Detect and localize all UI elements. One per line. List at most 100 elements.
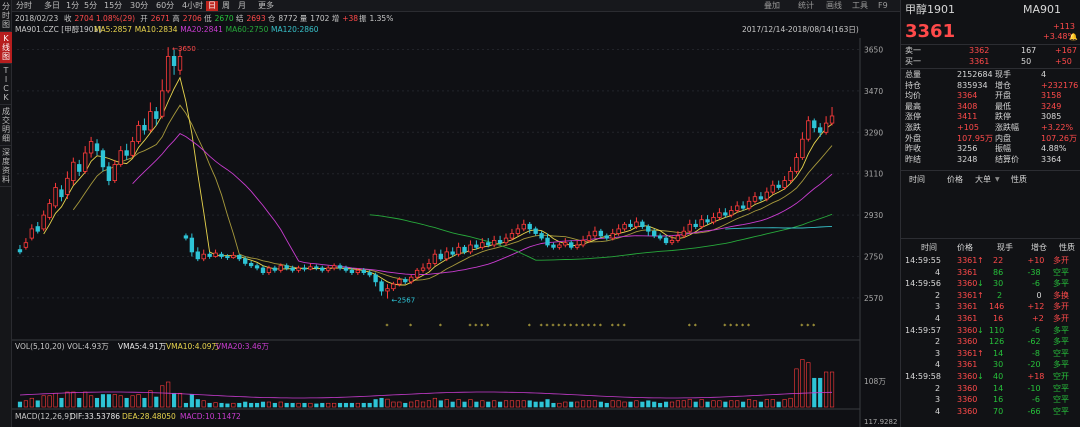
vol-bar bbox=[539, 401, 544, 408]
stat-label-2b: 开盘 bbox=[995, 91, 1011, 101]
signal-star: * bbox=[546, 323, 549, 330]
candle-body bbox=[47, 203, 52, 218]
vol-bar bbox=[112, 394, 117, 408]
period-tab-5[interactable]: 30分 bbox=[128, 1, 150, 11]
sidebar-tab-4[interactable]: 深度资料 bbox=[0, 146, 12, 187]
signal-star: * bbox=[593, 323, 596, 330]
vol-bar bbox=[468, 399, 473, 408]
candle-body bbox=[610, 233, 615, 239]
candle-body bbox=[450, 251, 455, 255]
vol-bar bbox=[397, 401, 402, 408]
vol-bar bbox=[53, 392, 58, 408]
signal-star: * bbox=[474, 323, 477, 330]
toolbar-action-4[interactable]: F9 bbox=[878, 1, 888, 11]
toolbar-action-1[interactable]: 统计 bbox=[798, 1, 814, 11]
vol-bar bbox=[23, 400, 28, 408]
sidebar-tab-3[interactable]: 成交明细 bbox=[0, 105, 12, 146]
candle-body bbox=[88, 141, 94, 154]
toolbar-action-2[interactable]: 画线 bbox=[826, 1, 842, 11]
info-text-1: 收 bbox=[64, 13, 72, 23]
candle-body bbox=[818, 127, 823, 133]
candle-body bbox=[373, 274, 378, 283]
info-text-9: 2670 bbox=[215, 14, 234, 23]
sep-2 bbox=[901, 68, 1080, 69]
macd-value: MACD:10.11472 bbox=[180, 412, 241, 421]
candle-body bbox=[586, 235, 592, 241]
candle-body bbox=[130, 141, 135, 156]
signal-star: * bbox=[806, 323, 809, 330]
vol-bar bbox=[503, 400, 509, 408]
toolbar-action-0[interactable]: 叠加 bbox=[764, 1, 780, 11]
vol-bar bbox=[142, 397, 147, 408]
vol-axis-bot: 117.9282 bbox=[864, 418, 897, 426]
tick-pos-6: -6 bbox=[1032, 325, 1040, 335]
signal-star: * bbox=[557, 323, 560, 330]
toolbar-action-3[interactable]: 工具 bbox=[852, 1, 868, 11]
candle-body bbox=[800, 138, 805, 158]
candle-body bbox=[189, 237, 195, 253]
period-tab-1[interactable]: 多日 bbox=[42, 1, 62, 11]
tick-vol-12: 16 bbox=[993, 395, 1004, 405]
stat-label-3a: 最高 bbox=[905, 101, 921, 111]
signal-star: * bbox=[623, 323, 626, 330]
candle-body bbox=[201, 253, 206, 260]
candle-body bbox=[497, 239, 503, 244]
vol-bar bbox=[610, 400, 615, 408]
period-tab-7[interactable]: 4小时 bbox=[180, 1, 205, 11]
vol-bar bbox=[764, 399, 769, 408]
vol-bar bbox=[314, 403, 319, 408]
period-tab-3[interactable]: 5分 bbox=[82, 1, 99, 11]
vol-bar bbox=[646, 400, 651, 408]
vol-bar bbox=[172, 392, 177, 408]
kline-chart[interactable]: 2018/02/23 收 2704 1.08%(29) 开 2671 高 2706 低 2670 结… bbox=[12, 12, 900, 427]
candle-body bbox=[213, 252, 218, 257]
candle-body bbox=[160, 90, 165, 117]
vol-bar bbox=[326, 402, 331, 408]
bell-icon[interactable]: 🔔 bbox=[1069, 32, 1078, 42]
sidebar-tab-1[interactable]: K线图 bbox=[0, 32, 12, 64]
candle-body bbox=[314, 266, 319, 269]
period-tab-8[interactable]: 日 bbox=[206, 1, 218, 11]
vol-bar bbox=[616, 400, 621, 408]
period-tab-4[interactable]: 15分 bbox=[102, 1, 124, 11]
info-text-17: +38 bbox=[342, 14, 358, 23]
book-header-arrow[interactable]: ▼ bbox=[995, 175, 1000, 185]
period-tab-0[interactable]: 分时 bbox=[14, 1, 34, 11]
candle-body bbox=[533, 228, 538, 234]
tick-nature-2: 多平 bbox=[1053, 279, 1069, 289]
tick-time-13: 4 bbox=[935, 406, 941, 416]
candle-body bbox=[142, 125, 147, 131]
sep-3 bbox=[901, 170, 1080, 171]
vol-bar bbox=[272, 402, 277, 408]
vol-bar bbox=[693, 401, 698, 408]
vol-bar bbox=[266, 401, 271, 408]
sidebar-tab-2[interactable]: TICK bbox=[0, 64, 12, 105]
period-tab-2[interactable]: 1分 bbox=[64, 1, 81, 11]
period-tab-9[interactable]: 周 bbox=[220, 1, 232, 11]
candle-body bbox=[752, 196, 758, 202]
sidebar-tab-0[interactable]: 分时图 bbox=[0, 0, 12, 32]
signal-star: * bbox=[480, 323, 483, 330]
period-tab-10[interactable]: 月 bbox=[236, 1, 248, 11]
period-tab-6[interactable]: 60分 bbox=[154, 1, 176, 11]
vol-bar bbox=[237, 402, 242, 408]
vol-bar bbox=[681, 400, 686, 408]
vol-bar bbox=[829, 371, 835, 408]
candle-body bbox=[426, 262, 432, 269]
stat-value-0b: 4 bbox=[1041, 70, 1047, 79]
candle-body bbox=[94, 143, 100, 152]
tick-time-1: 4 bbox=[935, 267, 941, 277]
vol-bar bbox=[628, 401, 633, 408]
book-price-1: 3361 bbox=[969, 57, 990, 66]
tick-vol-10: 40 bbox=[993, 372, 1004, 381]
book-vol-0: 167 bbox=[1021, 46, 1037, 55]
vol-bar bbox=[432, 397, 437, 408]
candle-body bbox=[480, 242, 485, 248]
info-text-15: 1702 bbox=[310, 14, 329, 23]
stat-label-4a: 涨停 bbox=[905, 112, 921, 122]
candle-body bbox=[729, 210, 734, 216]
vol-bar bbox=[290, 402, 295, 408]
period-toolbar: 分时 多日 1分 5分 15分 30分 60分 4小时日周月更多 叠加 统计 画线 工具 F9 bbox=[12, 0, 900, 12]
period-tab-11[interactable]: 更多 bbox=[256, 1, 276, 11]
candle-body bbox=[788, 170, 793, 181]
